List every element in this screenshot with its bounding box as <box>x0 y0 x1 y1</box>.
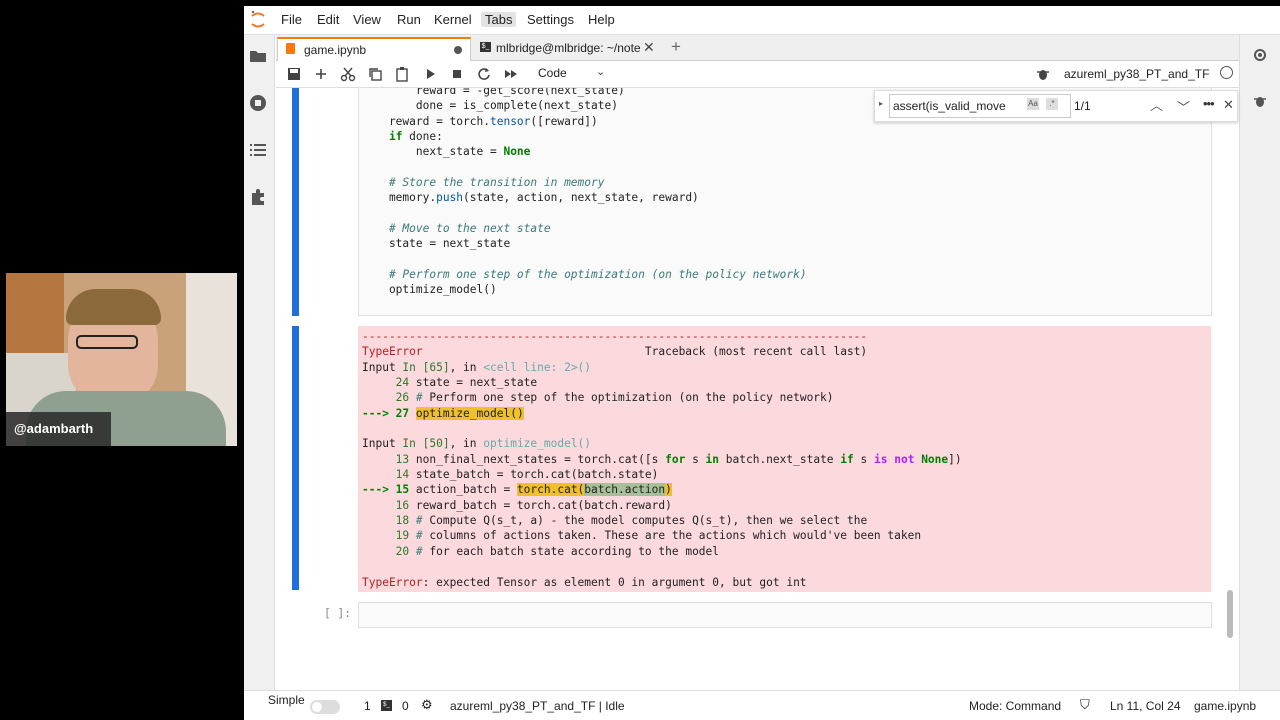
tab-label: mlbridge@mlbridge: ~/note <box>496 41 641 55</box>
simple-mode-toggle[interactable] <box>310 700 340 714</box>
scrollbar-thumb[interactable] <box>1227 590 1233 638</box>
find-input-value: assert(is_valid_move <box>893 99 1006 113</box>
find-input[interactable]: assert(is_valid_move Aa .* <box>889 94 1071 118</box>
restart-icon[interactable] <box>476 66 492 82</box>
cell-prompt: [ ]: <box>324 607 351 620</box>
jupyterlab-window: File Edit View Run Kernel Tabs Settings … <box>244 6 1280 720</box>
match-case-icon[interactable]: Aa <box>1027 98 1039 110</box>
cut-icon[interactable] <box>340 66 356 82</box>
code-content: reward = -get_score(next_state) done = i… <box>388 88 807 297</box>
empty-code-cell[interactable] <box>358 602 1212 628</box>
cells-count: 1 <box>364 699 371 713</box>
menu-settings[interactable]: Settings <box>527 12 574 27</box>
tab-terminal[interactable]: $_ mlbridge@mlbridge: ~/note ✕ <box>472 37 657 60</box>
menu-view[interactable]: View <box>353 12 381 27</box>
document-tab-bar: game.ipynb $_ mlbridge@mlbridge: ~/note … <box>276 35 1239 62</box>
notebook-icon <box>286 43 295 54</box>
cell-type-value: Code <box>538 66 567 80</box>
right-sidebar <box>1239 35 1280 690</box>
previous-match-icon[interactable]: ︿ <box>1150 95 1163 114</box>
bug-icon[interactable] <box>1036 67 1050 81</box>
regex-icon[interactable]: .* <box>1046 98 1058 110</box>
match-count: 1/1 <box>1074 99 1091 113</box>
add-cell-icon[interactable] <box>313 66 329 82</box>
chevron-down-icon: ⌄ <box>596 66 606 78</box>
more-options-icon[interactable]: ••• <box>1203 96 1215 111</box>
menu-kernel[interactable]: Kernel <box>434 12 472 27</box>
status-bar: Simple 1 $_ 0 ⚙ azureml_py38_PT_and_TF |… <box>244 690 1280 720</box>
copy-icon[interactable] <box>367 66 383 82</box>
current-filename: game.ipynb <box>1194 699 1257 713</box>
cursor-position[interactable]: Ln 11, Col 24 <box>1110 699 1181 713</box>
folder-icon[interactable] <box>249 47 267 65</box>
paste-icon[interactable] <box>394 66 410 82</box>
menu-tabs[interactable]: Tabs <box>481 12 517 27</box>
menu-file[interactable]: File <box>281 12 302 27</box>
run-icon[interactable] <box>422 66 438 82</box>
tab-game-notebook[interactable]: game.ipynb <box>277 37 471 62</box>
terminal-icon: $_ <box>381 700 392 711</box>
running-icon[interactable] <box>249 94 267 112</box>
code-cell-editor[interactable]: reward = -get_score(next_state) done = i… <box>358 88 1212 316</box>
error-output: ----------------------------------------… <box>358 326 1211 592</box>
terminal-icon: $_ <box>480 42 491 52</box>
new-tab-plus-icon[interactable]: + <box>671 37 681 57</box>
person-hair <box>66 289 161 325</box>
debugger-icon[interactable] <box>1252 93 1268 109</box>
kernel-status-text[interactable]: azureml_py38_PT_and_TF | Idle <box>450 699 625 713</box>
fast-forward-icon[interactable] <box>503 66 519 82</box>
cell-type-dropdown[interactable]: Code ⌄ <box>534 64 610 84</box>
glasses-shape <box>76 335 138 349</box>
find-replace-bar: ▸ assert(is_valid_move Aa .* 1/1 ︿ ﹀ •••… <box>874 90 1238 122</box>
property-inspector-icon[interactable] <box>1252 47 1268 63</box>
cabinet-shape <box>6 273 64 353</box>
close-icon[interactable]: ✕ <box>643 39 655 56</box>
next-match-icon[interactable]: ﹀ <box>1177 97 1190 116</box>
tab-label: game.ipynb <box>304 43 367 57</box>
expand-replace-chevron-icon[interactable]: ▸ <box>879 99 883 108</box>
kernel-status-icon <box>1220 66 1233 79</box>
menu-run[interactable]: Run <box>397 12 421 27</box>
notebook-toolbar: Code ⌄ azureml_py38_PT_and_TF <box>276 61 1239 88</box>
active-cell-bar <box>292 88 299 316</box>
unsaved-dot-icon[interactable] <box>454 46 462 54</box>
extensions-icon[interactable] <box>249 188 267 206</box>
webcam-overlay: @adambarth <box>6 273 237 446</box>
stop-icon[interactable] <box>449 66 465 82</box>
traceback-text: ----------------------------------------… <box>362 330 962 589</box>
kernel-name[interactable]: azureml_py38_PT_and_TF <box>1064 67 1209 81</box>
webcam-name-label: @adambarth <box>6 412 111 446</box>
notebook-panel[interactable]: reward = -get_score(next_state) done = i… <box>276 88 1239 690</box>
jupyter-logo-icon <box>251 10 265 28</box>
table-of-contents-icon[interactable] <box>249 141 267 159</box>
menu-help[interactable]: Help <box>588 12 615 27</box>
trusted-shield-icon[interactable]: ⛉ <box>1080 697 1090 713</box>
terminals-count: 0 <box>402 699 409 713</box>
mode-indicator: Mode: Command <box>969 699 1062 713</box>
save-icon[interactable] <box>286 66 302 82</box>
menu-bar: File Edit View Run Kernel Tabs Settings … <box>244 6 1280 35</box>
output-cell-bar <box>292 326 299 590</box>
gear-icon[interactable]: ⚙ <box>421 697 433 713</box>
simple-mode-label: Simple <box>268 693 305 707</box>
menu-edit[interactable]: Edit <box>317 12 339 27</box>
left-sidebar <box>244 35 275 690</box>
close-find-icon[interactable]: ✕ <box>1223 97 1234 113</box>
